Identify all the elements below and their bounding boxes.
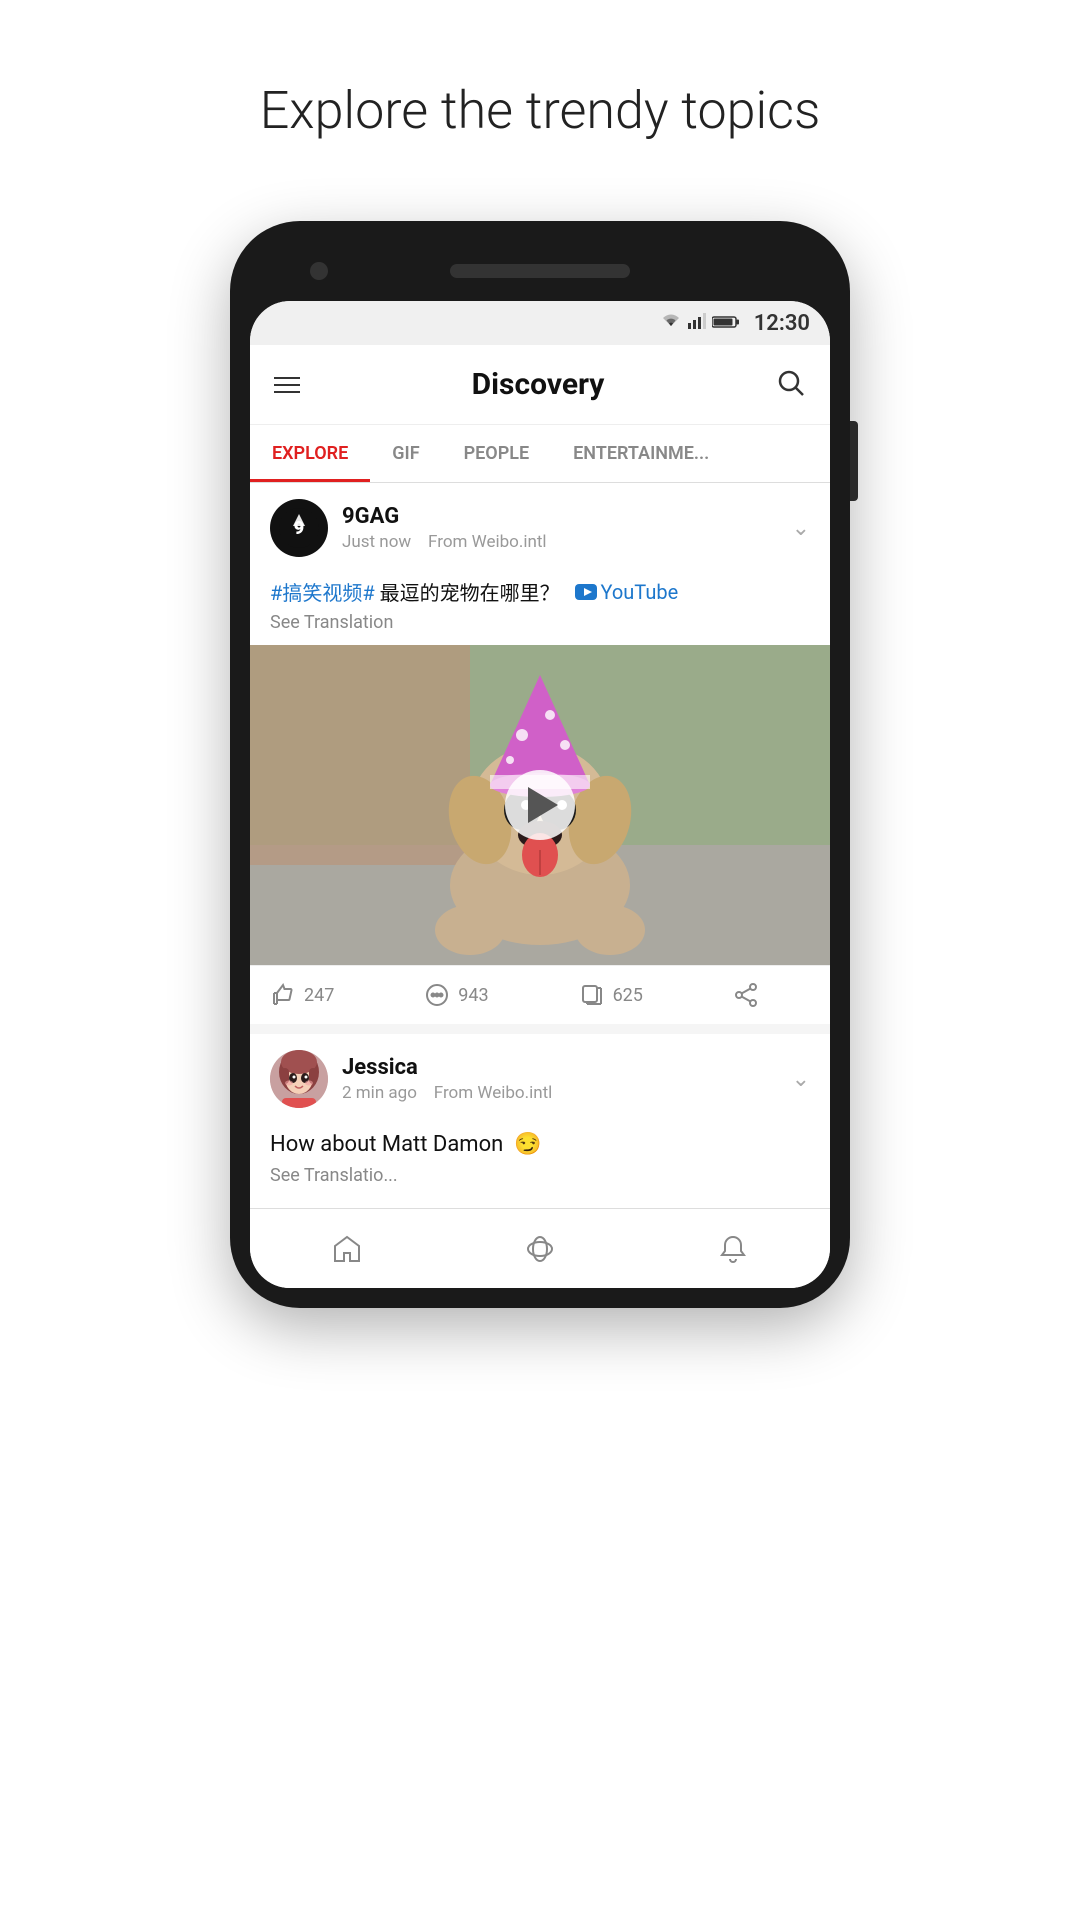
feed: 9 9GAG Just now From Weibo.intl xyxy=(250,483,830,1198)
post-username-9gag: 9GAG xyxy=(342,504,547,529)
wifi-icon xyxy=(660,313,682,333)
status-time: 12:30 xyxy=(754,311,810,336)
post-chevron-9gag[interactable]: ⌄ xyxy=(792,516,810,541)
post-meta-9gag: 9GAG Just now From Weibo.intl xyxy=(342,504,547,552)
tab-people[interactable]: PEOPLE xyxy=(442,425,552,482)
tab-gif[interactable]: GIF xyxy=(370,425,441,482)
page-title: Explore the trendy topics xyxy=(260,80,821,141)
play-button[interactable] xyxy=(505,770,575,840)
search-button[interactable] xyxy=(776,368,806,402)
bottom-nav xyxy=(250,1208,830,1288)
post-text-9gag: #搞笑视频# 最逗的宠物在哪里？ YouTube xyxy=(270,577,810,608)
play-triangle-icon xyxy=(528,787,558,823)
hamburger-line-3 xyxy=(274,391,300,393)
avatar-9gag: 9 xyxy=(270,499,328,557)
nav-notifications[interactable] xyxy=(637,1209,830,1288)
post-chevron-jessica[interactable]: ⌄ xyxy=(792,1067,810,1092)
phone-screen: 12:30 Discovery EXPLORE GIF PEOPLE ENTER… xyxy=(250,301,830,1288)
hashtag-9gag[interactable]: #搞笑视频# xyxy=(270,581,375,605)
post-emoji-jessica: 😏 xyxy=(514,1132,541,1157)
phone-frame: 12:30 Discovery EXPLORE GIF PEOPLE ENTER… xyxy=(230,221,850,1308)
like-button[interactable]: 247 xyxy=(270,982,424,1008)
app-header: Discovery xyxy=(250,345,830,425)
nav-discover[interactable] xyxy=(443,1209,636,1288)
post-meta-jessica: Jessica 2 min ago From Weibo.intl xyxy=(342,1055,552,1103)
hamburger-line-2 xyxy=(274,384,300,386)
hamburger-line-1 xyxy=(274,377,300,379)
app-title: Discovery xyxy=(472,367,605,402)
post-username-jessica: Jessica xyxy=(342,1055,552,1080)
post-header-left-jessica: Jessica 2 min ago From Weibo.intl xyxy=(270,1050,552,1108)
nav-home[interactable] xyxy=(250,1209,443,1288)
hamburger-menu-button[interactable] xyxy=(274,377,300,393)
tab-entertainment[interactable]: ENTERTAINME... xyxy=(551,425,731,482)
post-time-jessica: 2 min ago From Weibo.intl xyxy=(342,1083,552,1103)
post-time-9gag: Just now From Weibo.intl xyxy=(342,532,547,552)
phone-camera xyxy=(310,262,328,280)
repost-button[interactable]: 625 xyxy=(579,982,733,1008)
avatar-jessica xyxy=(270,1050,328,1108)
post-text-jessica: How about Matt Damon 😏 xyxy=(270,1128,810,1161)
comment-count: 943 xyxy=(458,985,488,1006)
post-content-jessica: How about Matt Damon 😏 See Translatio... xyxy=(250,1124,830,1198)
post-header-9gag: 9 9GAG Just now From Weibo.intl xyxy=(250,483,830,573)
post-actions-9gag: 247 943 xyxy=(250,965,830,1024)
see-translation-9gag[interactable]: See Translation xyxy=(270,612,810,633)
post-content-9gag: #搞笑视频# 最逗的宠物在哪里？ YouTube See Translation xyxy=(250,573,830,645)
phone-power-button xyxy=(850,421,858,501)
tab-explore[interactable]: EXPLORE xyxy=(250,425,370,482)
phone-speaker xyxy=(450,264,630,278)
phone-top-bar xyxy=(250,241,830,301)
post-header-left: 9 9GAG Just now From Weibo.intl xyxy=(270,499,547,557)
video-thumbnail-9gag[interactable] xyxy=(250,645,830,965)
like-count: 247 xyxy=(304,985,334,1006)
post-card-9gag: 9 9GAG Just now From Weibo.intl xyxy=(250,483,830,1024)
share-button[interactable] xyxy=(733,982,810,1008)
comment-button[interactable]: 943 xyxy=(424,982,578,1008)
battery-icon xyxy=(712,314,740,333)
post-card-jessica: Jessica 2 min ago From Weibo.intl ⌄ How … xyxy=(250,1034,830,1198)
status-icons xyxy=(660,313,740,333)
post-header-jessica: Jessica 2 min ago From Weibo.intl ⌄ xyxy=(250,1034,830,1124)
signal-icon xyxy=(688,313,706,333)
see-translation-jessica[interactable]: See Translatio... xyxy=(270,1165,810,1186)
tabs-bar: EXPLORE GIF PEOPLE ENTERTAINME... xyxy=(250,425,830,483)
repost-count: 625 xyxy=(613,985,643,1006)
status-bar: 12:30 xyxy=(250,301,830,345)
youtube-link[interactable]: YouTube xyxy=(575,577,679,607)
